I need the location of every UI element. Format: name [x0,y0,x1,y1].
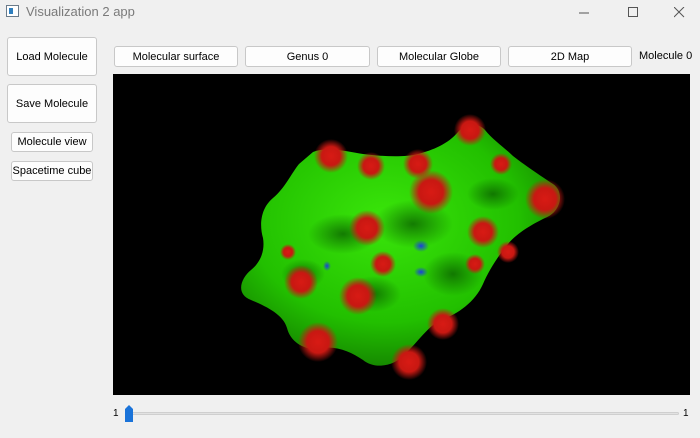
title-bar: Visualization 2 app [0,0,700,24]
close-icon [673,6,684,17]
maximize-button[interactable] [610,0,656,24]
molecule-viewport[interactable] [113,74,690,395]
molecule-view-button[interactable]: Molecule view [11,132,93,152]
genus-button[interactable]: Genus 0 [245,46,370,67]
spacetime-cube-button[interactable]: Spacetime cube [11,161,93,181]
molecular-surface-button[interactable]: Molecular surface [114,46,238,67]
load-molecule-button[interactable]: Load Molecule [7,37,97,76]
save-molecule-button[interactable]: Save Molecule [7,84,97,123]
minimize-button[interactable] [561,0,607,24]
slider-max-label: 1 [683,408,689,419]
molecular-surface-render [241,114,565,380]
minimize-icon [578,12,589,13]
app-icon [6,5,19,17]
molecular-globe-button[interactable]: Molecular Globe [377,46,501,67]
slider-min-label: 1 [113,408,119,419]
molecule-indicator: Molecule 0 [639,50,693,62]
frame-slider-handle[interactable] [124,405,134,423]
close-button[interactable] [656,0,700,24]
maximize-icon [627,6,638,17]
2d-map-button[interactable]: 2D Map [508,46,632,67]
frame-slider-track[interactable] [128,412,679,415]
window-title: Visualization 2 app [26,4,135,19]
